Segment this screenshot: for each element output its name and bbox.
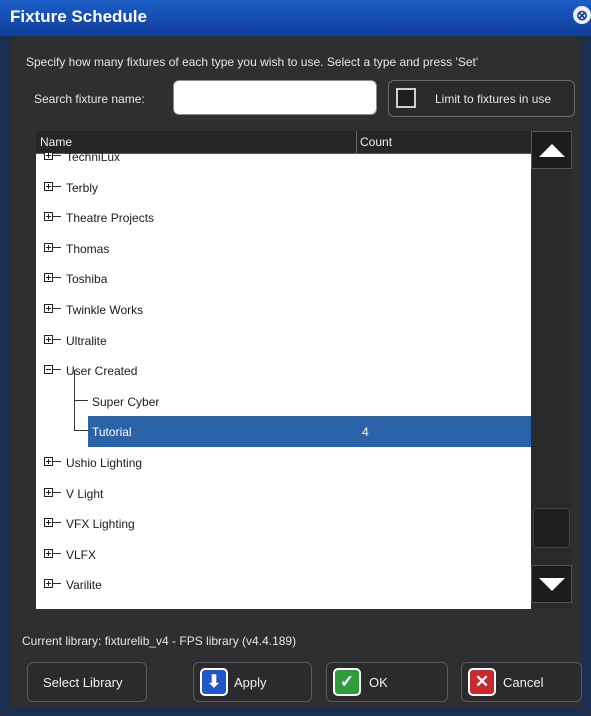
collapse-icon[interactable]: [44, 365, 53, 375]
tree-row-label: VLFX: [66, 547, 97, 562]
tree-connector: [53, 522, 61, 524]
tree-connector: [53, 491, 61, 493]
select-library-button[interactable]: Select Library: [27, 662, 147, 702]
tree-scrollbar[interactable]: [531, 131, 572, 609]
current-library-text: Current library: fixturelib_v4 - FPS lib…: [22, 634, 297, 648]
fixture-schedule-window: Fixture Schedule ⊗ Specify how many fixt…: [0, 0, 591, 716]
tree-row[interactable]: Thomas: [36, 233, 531, 264]
expand-icon[interactable]: [44, 579, 53, 589]
title-bar: Fixture Schedule ⊗: [0, 0, 591, 36]
arrow-down-icon: ⬇: [200, 668, 228, 696]
expand-icon[interactable]: [44, 518, 53, 528]
triangle-down-icon: [539, 578, 565, 591]
tree-row[interactable]: Varytec: [36, 600, 531, 609]
tree-connector: [53, 552, 61, 554]
limit-label: Limit to fixtures in use: [435, 92, 552, 106]
cancel-label: Cancel: [503, 675, 544, 690]
search-label: Search fixture name:: [34, 92, 145, 106]
scroll-thumb[interactable]: [533, 508, 570, 548]
tree-row[interactable]: Ultralite: [36, 325, 531, 356]
scroll-up-button[interactable]: [531, 131, 572, 169]
expand-icon[interactable]: [44, 242, 53, 252]
tree-row[interactable]: TechniLux: [36, 153, 531, 172]
apply-label: Apply: [234, 675, 267, 690]
tree-row-label: User Created: [66, 364, 138, 379]
tree-row-label: Super Cyber: [92, 394, 160, 409]
checkbox-icon[interactable]: [396, 88, 416, 108]
checkmark-icon: ✓: [333, 668, 361, 696]
tree-row[interactable]: Tutorial 4: [36, 400, 531, 448]
tree-connector: [53, 277, 61, 279]
tree-connector: [53, 338, 61, 340]
tree-connector: [53, 246, 61, 248]
column-divider[interactable]: [356, 131, 357, 153]
tree-row[interactable]: User Created: [36, 355, 531, 386]
tree-connector: [53, 583, 61, 585]
expand-icon[interactable]: [44, 273, 53, 283]
close-icon[interactable]: ⊗: [573, 6, 591, 24]
tree-rows: TechniLux Terbly Theatre Projects Thomas Tos…: [36, 153, 531, 609]
tree-row[interactable]: Varilite: [36, 569, 531, 600]
tree-row-label: Varilite: [66, 578, 102, 593]
tree-connector: [74, 430, 88, 432]
tree-row-count: 4: [362, 425, 369, 440]
tree-row-label: Terbly: [66, 180, 99, 195]
tree-connector: [53, 155, 61, 156]
column-header-count[interactable]: Count: [360, 135, 392, 149]
tree-connector: [53, 185, 61, 187]
tree-row[interactable]: Ushio Lighting: [36, 447, 531, 478]
tree-row[interactable]: VLFX: [36, 539, 531, 570]
tree-connector: [74, 400, 75, 432]
select-library-label: Select Library: [43, 675, 123, 690]
ok-label: OK: [369, 675, 388, 690]
triangle-up-icon: [539, 144, 565, 157]
fixture-tree[interactable]: Name Count TechniLux Terbly Theatre Projec…: [36, 131, 531, 609]
expand-icon[interactable]: [44, 181, 53, 191]
expand-icon[interactable]: [44, 334, 53, 344]
tree-connector: [74, 399, 88, 401]
expand-icon[interactable]: [44, 212, 53, 222]
limit-to-fixtures-in-use-toggle[interactable]: Limit to fixtures in use: [388, 80, 575, 117]
tree-row-label: Twinkle Works: [66, 303, 144, 317]
tree-row-label: V Light: [66, 486, 104, 501]
tree-connector: [53, 461, 61, 462]
tree-connector: [74, 369, 75, 401]
tree-row-label: VFX Lighting: [66, 517, 135, 532]
tree-connector: [53, 216, 61, 218]
window-title: Fixture Schedule: [10, 7, 147, 26]
cancel-button[interactable]: ✕ Cancel: [461, 662, 582, 702]
tree-row[interactable]: Super Cyber: [36, 369, 531, 417]
expand-icon[interactable]: [44, 487, 53, 497]
expand-icon[interactable]: [44, 548, 53, 558]
tree-connector: [53, 369, 61, 371]
tree-row-label: Toshiba: [66, 272, 108, 287]
tree-row[interactable]: Theatre Projects: [36, 202, 531, 233]
scroll-down-button[interactable]: [531, 565, 572, 603]
tree-row-label: Ushio Lighting: [66, 456, 143, 470]
search-input[interactable]: [173, 80, 377, 115]
expand-icon[interactable]: [44, 304, 53, 313]
tree-row[interactable]: Terbly: [36, 172, 531, 203]
apply-button[interactable]: ⬇ Apply: [193, 662, 312, 702]
ok-button[interactable]: ✓ OK: [326, 662, 448, 702]
instruction-text: Specify how many fixtures of each type y…: [26, 55, 479, 69]
expand-icon[interactable]: [44, 457, 53, 466]
tree-row-label: Thomas: [66, 241, 110, 256]
expand-icon[interactable]: [44, 153, 53, 160]
selection-highlight: [88, 416, 531, 448]
tree-row-label: Ultralite: [66, 333, 107, 348]
tree-connector: [53, 308, 61, 309]
tree-row[interactable]: Twinkle Works: [36, 294, 531, 325]
tree-row[interactable]: VFX Lighting: [36, 508, 531, 539]
cross-icon: ✕: [468, 668, 496, 696]
tree-row-label: Theatre Projects: [66, 211, 155, 226]
tree-header: Name Count: [36, 131, 531, 154]
tree-row[interactable]: V Light: [36, 478, 531, 509]
column-header-name[interactable]: Name: [40, 135, 72, 149]
tree-row-label: Tutorial: [92, 425, 132, 440]
tree-row-label: TechniLux: [66, 153, 121, 164]
tree-row[interactable]: Toshiba: [36, 263, 531, 294]
